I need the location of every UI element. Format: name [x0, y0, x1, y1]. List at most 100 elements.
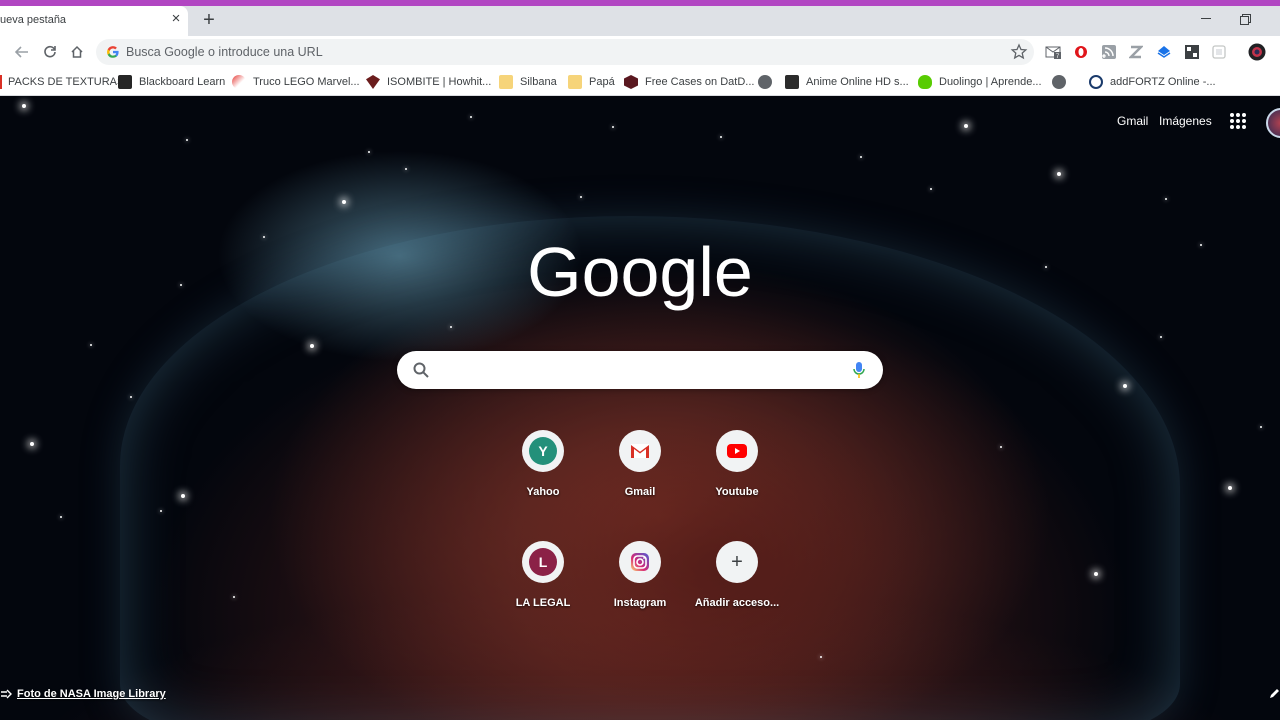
star [1228, 486, 1232, 490]
home-icon[interactable] [67, 42, 87, 62]
letter-avatar-icon: Y [529, 437, 557, 465]
bookmark-item[interactable]: Anime Online HD s... [785, 73, 909, 91]
star [1045, 266, 1047, 268]
search-icon [413, 362, 429, 378]
site-icon [232, 75, 246, 89]
restore-icon[interactable] [1238, 12, 1252, 26]
images-link[interactable]: Imágenes [1159, 114, 1212, 128]
bookmark-item[interactable]: addFORTZ Online -... [1089, 73, 1216, 91]
star [1200, 244, 1202, 246]
shortcut-tile: L [522, 541, 564, 583]
apps-grid-icon[interactable] [1230, 113, 1246, 129]
bookmark-item[interactable]: Silbana [499, 73, 557, 91]
minimize-icon[interactable] [1198, 12, 1214, 26]
blackboard-icon [118, 75, 132, 89]
add-shortcut-button[interactable]: + Añadir acceso... [689, 541, 785, 641]
star [470, 116, 472, 118]
bookmark-item[interactable]: Duolingo | Aprende... [918, 73, 1042, 91]
star [90, 344, 92, 346]
star [180, 284, 182, 286]
star [160, 510, 162, 512]
opera-extension-icon[interactable] [1072, 43, 1090, 61]
rss-extension-icon[interactable] [1100, 43, 1118, 61]
omnibox[interactable]: Busca Google o introduce una URL [96, 39, 1034, 65]
search-box[interactable] [397, 351, 883, 389]
bookmark-label: Blackboard Learn [139, 76, 226, 88]
star [310, 344, 314, 348]
bookmark-item[interactable] [758, 73, 779, 91]
reload-icon[interactable] [40, 42, 60, 62]
star [1094, 572, 1098, 576]
star [580, 196, 582, 198]
photo-credit-link[interactable]: Foto de NASA Image Library [0, 686, 166, 702]
star [1260, 426, 1262, 428]
photo-credit-text: Foto de NASA Image Library [17, 688, 166, 700]
bookmark-label: ISOMBITE | Howhit... [387, 76, 492, 88]
gmail-icon [631, 444, 649, 458]
shortcut-tile [619, 541, 661, 583]
plus-icon: + [731, 551, 743, 573]
bookmark-label: addFORTZ Online -... [1110, 76, 1216, 88]
bookmark-item[interactable]: PACKS DE TEXTURAS [0, 73, 124, 91]
bookmark-label: Duolingo | Aprende... [939, 76, 1042, 88]
pencil-icon[interactable] [1268, 686, 1280, 700]
site-icon [366, 75, 380, 89]
shortcut-gmail[interactable]: Gmail [592, 430, 688, 530]
bookmark-item[interactable]: Free Cases on DatD... [624, 73, 754, 91]
shortcut-la-legal[interactable]: L LA LEGAL [495, 541, 591, 641]
star [181, 494, 185, 498]
profile-avatar-icon[interactable] [1248, 43, 1266, 61]
microphone-icon[interactable] [851, 361, 867, 379]
shortcut-tile: Y [522, 430, 564, 472]
page-extension-icon[interactable] [1210, 43, 1228, 61]
letter-avatar-icon: L [529, 548, 557, 576]
new-tab-icon[interactable]: + [200, 10, 218, 30]
shortcut-label: Gmail [624, 486, 656, 498]
shortcut-label: Youtube [715, 486, 759, 498]
search-input[interactable] [441, 357, 845, 385]
back-arrow-icon[interactable] [12, 42, 32, 62]
close-tab-icon[interactable]: × [168, 11, 184, 27]
shortcut-tile [619, 430, 661, 472]
link-icon [1, 689, 12, 699]
shortcut-label: LA LEGAL [515, 597, 571, 609]
globe-icon [758, 75, 772, 89]
globe-icon [1052, 75, 1066, 89]
google-g-icon [107, 46, 119, 58]
tab-new-tab[interactable]: ueva pestaña × [0, 6, 188, 36]
star [186, 139, 188, 141]
bookmark-item[interactable]: Truco LEGO Marvel... [232, 73, 360, 91]
bookmark-label: Free Cases on DatD... [645, 76, 755, 88]
site-icon [785, 75, 799, 89]
star [930, 188, 932, 190]
bookmark-label: PACKS DE TEXTURAS [8, 76, 125, 88]
account-avatar[interactable] [1266, 108, 1280, 138]
youtube-icon [727, 444, 747, 458]
star [368, 151, 370, 153]
bookmark-star-icon[interactable] [1010, 43, 1028, 61]
qr-extension-icon[interactable] [1183, 43, 1201, 61]
shortcut-label: Yahoo [526, 486, 560, 498]
browser-toolbar: Busca Google o introduce una URL 7 [0, 36, 1280, 68]
star [860, 156, 862, 158]
shortcut-youtube[interactable]: Youtube [689, 430, 785, 530]
shortcut-tile [716, 430, 758, 472]
shortcut-label: Añadir acceso... [694, 597, 780, 609]
bookmark-label: Truco LEGO Marvel... [253, 76, 360, 88]
gmail-extension-icon[interactable]: 7 [1044, 43, 1062, 61]
shortcut-yahoo[interactable]: Y Yahoo [495, 430, 591, 530]
bookmark-item[interactable]: Blackboard Learn [118, 73, 225, 91]
star [342, 200, 346, 204]
bookmark-item[interactable]: Papá [568, 73, 615, 91]
star [964, 124, 968, 128]
bookmark-item[interactable]: ISOMBITE | Howhit... [366, 73, 491, 91]
site-icon [624, 75, 638, 89]
blue-extension-icon[interactable] [1155, 43, 1173, 61]
shortcut-instagram[interactable]: Instagram [592, 541, 688, 641]
shortcut-tile: + [716, 541, 758, 583]
bookmark-item[interactable] [1052, 73, 1073, 91]
star [60, 516, 62, 518]
z-extension-icon[interactable] [1127, 43, 1145, 61]
star [1165, 198, 1167, 200]
gmail-link[interactable]: Gmail [1117, 114, 1148, 128]
